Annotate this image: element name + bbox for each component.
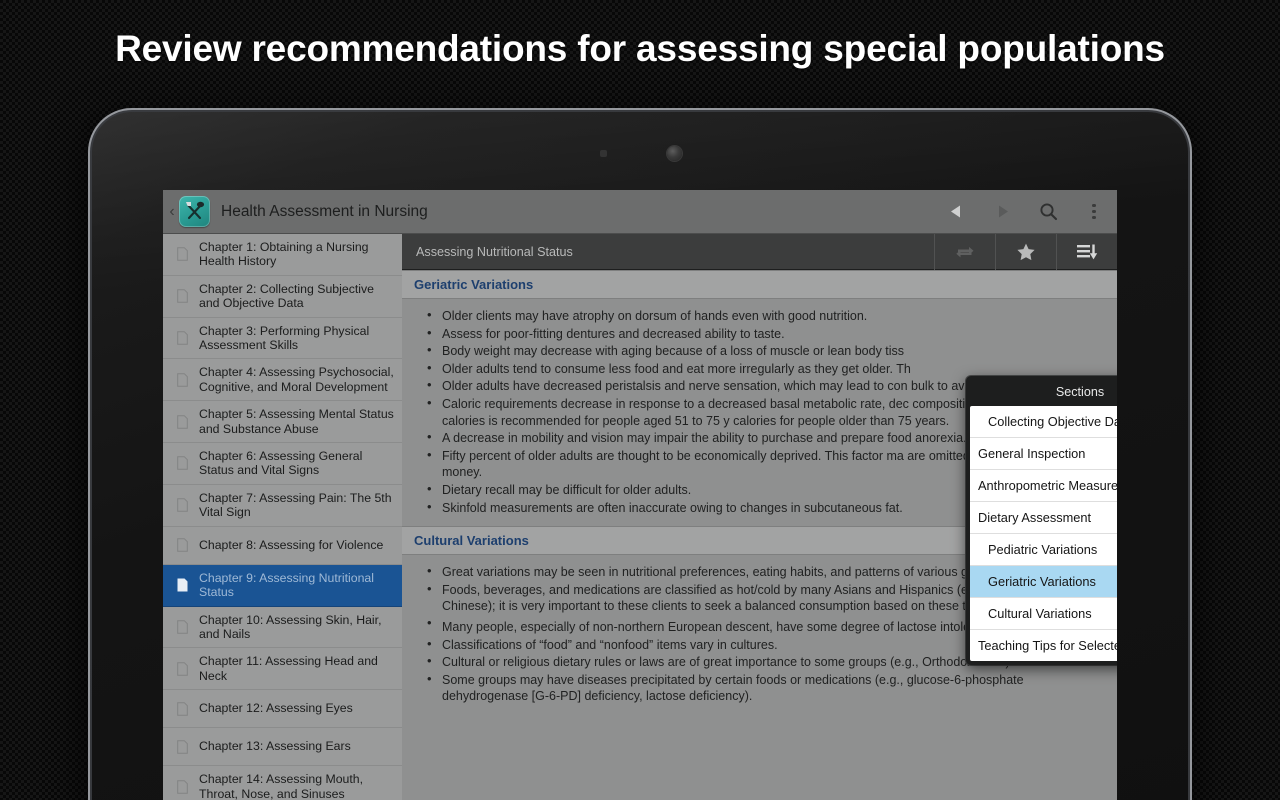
back-button[interactable] xyxy=(933,190,979,234)
content-title: Assessing Nutritional Status xyxy=(416,244,573,259)
app-bar: ‹ Health Assessment in Nursing xyxy=(163,190,1117,234)
document-outline-icon xyxy=(173,331,191,345)
section-menu-item[interactable]: Geriatric Variations xyxy=(970,566,1117,598)
bullet-item: Older adults tend to consume less food a… xyxy=(424,360,1095,378)
sidebar-item-label: Chapter 5: Assessing Mental Status and S… xyxy=(199,407,394,436)
app-title: Health Assessment in Nursing xyxy=(221,202,428,220)
promo-stage: Review recommendations for assessing spe… xyxy=(0,0,1280,800)
document-outline-icon xyxy=(173,701,191,716)
sidebar-item-chapter-4[interactable]: Chapter 4: Assessing Psychosocial, Cogni… xyxy=(163,359,402,402)
sidebar-item-label: Chapter 3: Performing Physical Assessmen… xyxy=(199,323,370,353)
sidebar-item-chapter-6[interactable]: Chapter 6: Assessing General Status and … xyxy=(163,443,402,485)
sidebar-item-label: Chapter 4: Assessing Psychosocial, Cogni… xyxy=(199,365,394,394)
proximity-sensor-icon xyxy=(600,150,607,157)
section-menu-item[interactable]: Dietary Assessment xyxy=(970,502,1117,534)
sidebar-item-chapter-7[interactable]: Chapter 7: Assessing Pain: The 5th Vital… xyxy=(163,485,402,527)
tablet-device: ‹ Health Assessment in Nursing Chapter 1… xyxy=(88,108,1192,800)
sidebar-item-label: Chapter 6: Assessing General Status and … xyxy=(199,449,363,478)
bullet-item: Body weight may decrease with aging beca… xyxy=(424,342,1095,360)
document-outline-icon xyxy=(173,538,191,552)
document-outline-icon xyxy=(173,414,191,429)
sections-list[interactable]: Collecting Objective DataGeneral Inspect… xyxy=(970,406,1117,661)
up-chevron-icon[interactable]: ‹ xyxy=(165,203,179,220)
tools-app-icon xyxy=(179,196,210,227)
tablet-screen: ‹ Health Assessment in Nursing Chapter 1… xyxy=(163,190,1117,800)
bullet-item: Older clients may have atrophy on dorsum… xyxy=(424,307,1095,325)
document-outline-icon xyxy=(173,739,191,754)
document-outline-icon xyxy=(173,456,191,471)
section-menu-item[interactable]: Teaching Tips for Selected Nursing xyxy=(970,630,1117,661)
sidebar-item-chapter-5[interactable]: Chapter 5: Assessing Mental Status and S… xyxy=(163,401,402,444)
document-outline-icon xyxy=(173,373,191,387)
section-heading: Geriatric Variations xyxy=(402,270,1117,299)
sidebar-item-label: Chapter 9: Assessing Nutritional Status xyxy=(199,570,374,600)
bookmark-button[interactable] xyxy=(995,233,1056,270)
document-outline-icon xyxy=(173,289,191,304)
sidebar-item-chapter-14[interactable]: Chapter 14: Assessing Mouth, Throat, Nos… xyxy=(163,766,402,800)
kebab-menu-icon xyxy=(1092,203,1096,220)
bullet-item: Assess for poor-fitting dentures and dec… xyxy=(424,325,1095,343)
sidebar-item-chapter-9[interactable]: Chapter 9: Assessing Nutritional Status xyxy=(163,564,402,607)
bullet-item: Some groups may have diseases precipitat… xyxy=(424,671,1095,705)
section-menu-item[interactable]: General Inspection xyxy=(970,438,1117,470)
sections-popup-title: Sections xyxy=(1055,385,1105,399)
content-toolbar: Assessing Nutritional Status xyxy=(402,233,1117,270)
document-outline-icon xyxy=(173,620,191,634)
sidebar-item-label: Chapter 10: Assessing Skin, Hair, and Na… xyxy=(199,612,382,641)
sidebar-item-chapter-12[interactable]: Chapter 12: Assessing Eyes xyxy=(163,690,402,729)
sidebar-item-chapter-8[interactable]: Chapter 8: Assessing for Violence xyxy=(163,527,402,565)
sidebar-item-chapter-10[interactable]: Chapter 10: Assessing Skin, Hair, and Na… xyxy=(163,607,402,649)
sidebar-item-label: Chapter 1: Obtaining a Nursing Health Hi… xyxy=(199,240,369,269)
front-camera-icon xyxy=(667,146,682,161)
forward-button[interactable] xyxy=(979,190,1025,234)
section-menu-item[interactable]: Collecting Objective Data xyxy=(970,406,1117,438)
sidebar-item-chapter-13[interactable]: Chapter 13: Assessing Ears xyxy=(163,728,402,767)
sidebar-item-chapter-11[interactable]: Chapter 11: Assessing Head and Neck xyxy=(163,648,402,691)
section-menu-item[interactable]: Pediatric Variations xyxy=(970,534,1117,566)
overflow-button[interactable] xyxy=(1071,190,1117,234)
sections-popup[interactable]: Sections Collecting Objective DataGenera… xyxy=(966,376,1117,665)
document-filled-icon xyxy=(173,578,191,592)
sidebar-item-label: Chapter 8: Assessing for Violence xyxy=(199,537,384,552)
document-outline-icon xyxy=(173,498,191,513)
document-outline-icon xyxy=(173,247,191,262)
sidebar-item-label: Chapter 13: Assessing Ears xyxy=(199,739,351,754)
section-menu-item[interactable]: Anthropometric Measurements xyxy=(970,470,1117,502)
sidebar-item-label: Chapter 2: Collecting Subjective and Obj… xyxy=(199,281,374,311)
chapter-sidebar[interactable]: Chapter 1: Obtaining a Nursing Health Hi… xyxy=(163,234,402,800)
app-bar-actions xyxy=(933,190,1117,234)
sections-button[interactable] xyxy=(1056,233,1117,270)
document-outline-icon xyxy=(173,661,191,676)
content-toolbar-actions xyxy=(934,233,1117,270)
sync-button[interactable] xyxy=(934,233,995,270)
sidebar-item-chapter-2[interactable]: Chapter 2: Collecting Subjective and Obj… xyxy=(163,276,402,318)
sidebar-item-label: Chapter 11: Assessing Head and Neck xyxy=(199,654,378,683)
section-menu-item[interactable]: Cultural Variations xyxy=(970,598,1117,630)
sidebar-item-chapter-3[interactable]: Chapter 3: Performing Physical Assessmen… xyxy=(163,318,402,360)
sidebar-item-label: Chapter 14: Assessing Mouth, Throat, Nos… xyxy=(199,772,364,800)
document-outline-icon xyxy=(173,779,191,794)
sidebar-item-label: Chapter 12: Assessing Eyes xyxy=(199,701,353,716)
search-button[interactable] xyxy=(1025,190,1071,234)
sidebar-item-chapter-1[interactable]: Chapter 1: Obtaining a Nursing Health Hi… xyxy=(163,234,402,276)
promo-headline: Review recommendations for assessing spe… xyxy=(115,28,1165,69)
sidebar-item-label: Chapter 7: Assessing Pain: The 5th Vital… xyxy=(199,490,392,520)
